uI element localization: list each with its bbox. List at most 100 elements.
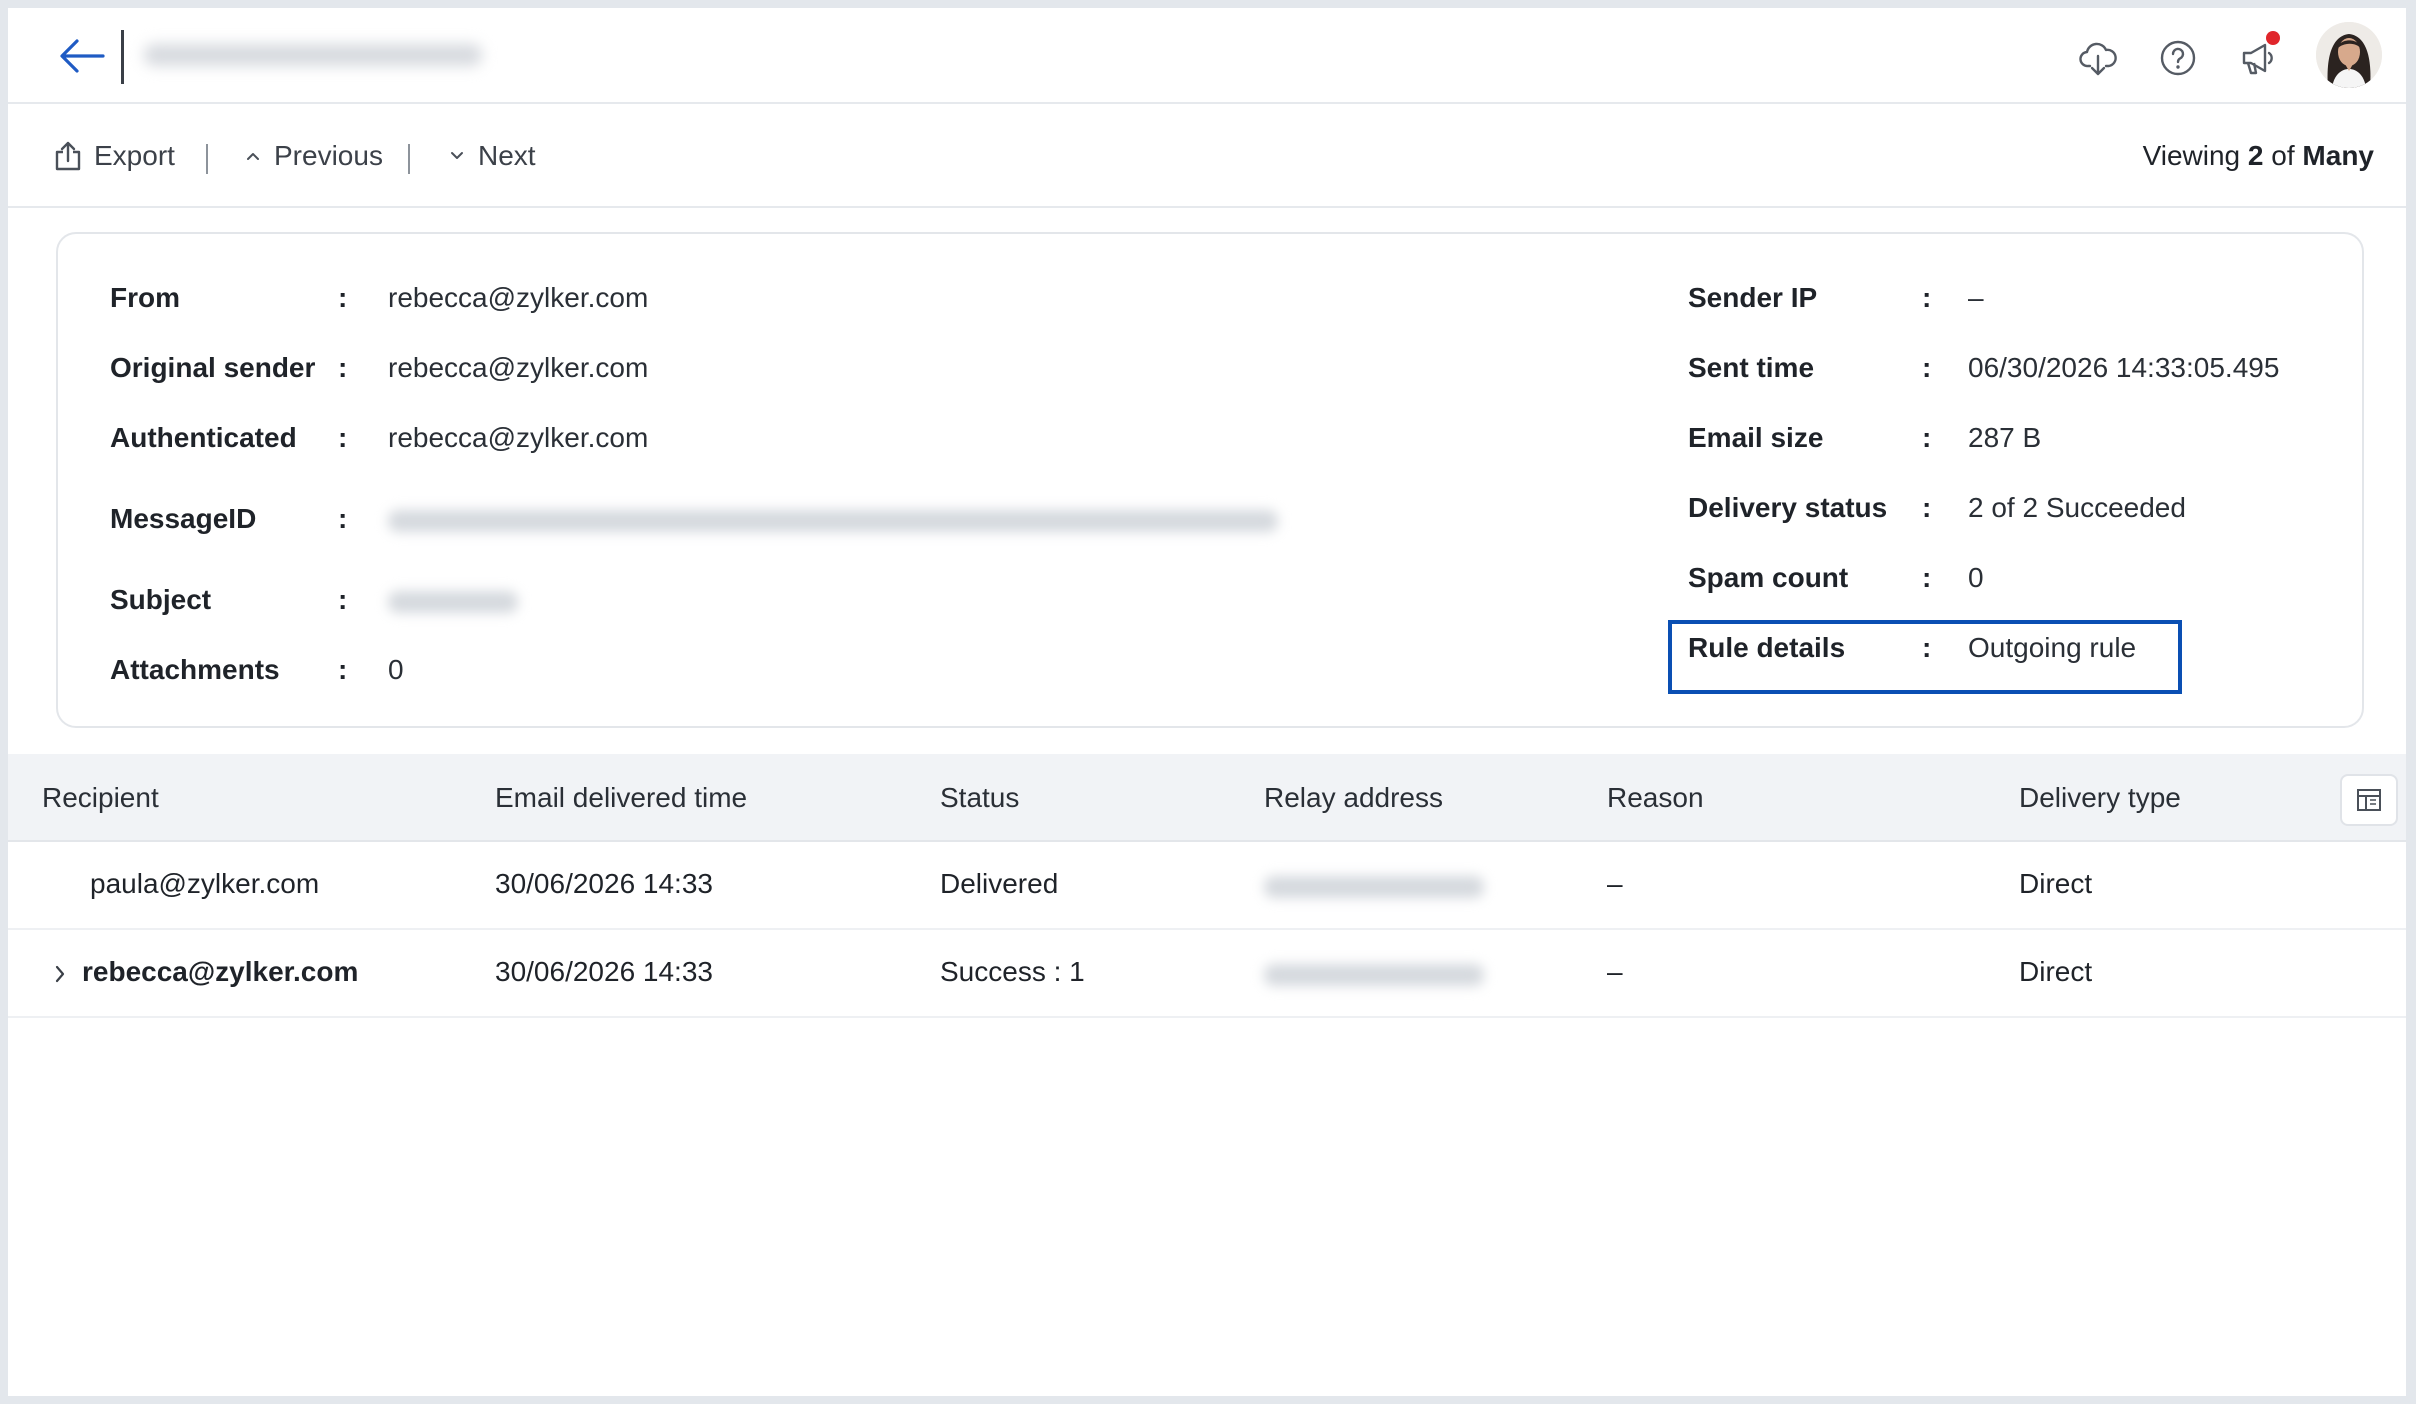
cell-delivered-time: 30/06/2026 14:33 [495, 868, 713, 899]
detail-row-spam-count: Spam count [1688, 558, 1848, 598]
redacted-title [144, 32, 482, 80]
detail-label: Rule details [1688, 632, 1846, 663]
detail-colon: : [1922, 282, 1932, 313]
detail-label: Sent time [1688, 352, 1815, 383]
help-icon [2160, 40, 2196, 76]
detail-colon: : [1922, 422, 1932, 453]
detail-colon: : [1922, 352, 1932, 383]
detail-label: From [110, 282, 180, 313]
redacted-relay-address [1264, 964, 1484, 986]
detail-label: Spam count [1688, 562, 1849, 593]
detail-colon: : [338, 352, 348, 383]
column-layout-icon [2357, 789, 2381, 811]
recipients-table-header: Recipient Email delivered time Status Re… [8, 754, 2406, 842]
table-row[interactable]: paula@zylker.com 30/06/2026 14:33 Delive… [8, 842, 2406, 930]
cell-status: Delivered [940, 868, 1059, 899]
detail-value-email-size: 287 B [1968, 422, 2042, 453]
detail-row-sent-time: Sent time [1688, 348, 1814, 388]
table-row[interactable]: rebecca@zylker.com 30/06/2026 14:33 Succ… [8, 930, 2406, 1018]
redacted-relay-address [1264, 876, 1484, 898]
export-button[interactable]: Export [54, 136, 175, 176]
detail-label: Authenticated [110, 422, 297, 453]
cell-reason: – [1607, 868, 1623, 899]
announcements-button[interactable] [2234, 31, 2282, 82]
chevron-up-icon [247, 153, 259, 160]
pagination-status: Viewing 2 of Many [2143, 140, 2374, 172]
download-button[interactable] [2074, 34, 2122, 82]
viewing-of: of [2271, 140, 2295, 171]
column-header-delivery-type[interactable]: Delivery type [2019, 782, 2181, 814]
arrow-left-icon [60, 39, 105, 73]
detail-label: Sender IP [1688, 282, 1818, 313]
detail-label: Attachments [110, 654, 280, 685]
back-button[interactable] [54, 34, 110, 78]
column-header-status[interactable]: Status [940, 782, 1019, 814]
cell-recipient: paula@zylker.com [90, 868, 320, 899]
detail-colon: : [1922, 492, 1932, 523]
expand-row-button[interactable] [48, 958, 72, 990]
column-header-recipient[interactable]: Recipient [42, 782, 159, 814]
detail-value-spam-count: 0 [1968, 562, 1984, 593]
detail-value-sent-time: 06/30/2026 14:33:05.495 [1968, 352, 2280, 383]
message-details-card: From : rebecca@zylker.com Original sende… [56, 232, 2364, 728]
detail-value-authenticated: rebecca@zylker.com [388, 422, 649, 453]
toolbar: Export Previous Next Viewing 2 of Many [8, 104, 2406, 208]
detail-label: Delivery status [1688, 492, 1888, 523]
column-header-relay-address[interactable]: Relay address [1264, 782, 1443, 814]
redacted-message-id [388, 510, 1278, 532]
column-header-reason[interactable]: Reason [1607, 782, 1704, 814]
previous-label: Previous [274, 140, 383, 171]
viewing-total: Many [2302, 140, 2374, 171]
detail-value-sender-ip: – [1968, 282, 1984, 313]
detail-row-rule-details: Rule details [1688, 628, 1845, 668]
previous-button[interactable]: Previous [244, 136, 383, 176]
chevron-down-icon [451, 152, 463, 159]
cell-recipient: rebecca@zylker.com [82, 956, 359, 987]
detail-row-attachments: Attachments [110, 650, 280, 690]
detail-label: Original sender [110, 352, 316, 383]
detail-row-subject: Subject [110, 580, 211, 620]
next-button[interactable]: Next [448, 136, 536, 176]
detail-colon: : [338, 282, 348, 313]
chevron-right-icon [55, 965, 65, 983]
detail-row-delivery-status: Delivery status [1688, 488, 1887, 528]
notification-dot [2266, 31, 2280, 45]
toolbar-divider [408, 144, 410, 174]
detail-value-rule-details[interactable]: Outgoing rule [1968, 632, 2136, 664]
column-settings-button[interactable] [2340, 774, 2398, 826]
app-frame: Export Previous Next Viewing 2 of Many F… [8, 8, 2406, 1396]
viewing-current: 2 [2247, 140, 2264, 171]
detail-label: Email size [1688, 422, 1824, 453]
detail-value-attachments: 0 [388, 654, 404, 685]
cell-status: Success : 1 [940, 956, 1085, 987]
detail-row-message-id: MessageID [110, 499, 256, 539]
help-button[interactable] [2154, 34, 2202, 82]
redacted-subject [388, 591, 518, 613]
detail-value-original-sender: rebecca@zylker.com [388, 352, 649, 383]
detail-colon: : [338, 584, 348, 615]
cell-delivery-type: Direct [2019, 868, 2093, 899]
export-label: Export [94, 140, 175, 171]
detail-value-delivery-status: 2 of 2 Succeeded [1968, 492, 2186, 523]
column-header-delivered-time[interactable]: Email delivered time [495, 782, 747, 814]
detail-row-email-size: Email size [1688, 418, 1823, 458]
detail-row-original-sender: Original sender [110, 348, 315, 388]
detail-colon: : [338, 503, 348, 534]
cell-reason: – [1607, 956, 1623, 987]
detail-label: MessageID [110, 503, 257, 534]
detail-row-authenticated: Authenticated [110, 418, 297, 458]
detail-colon: : [338, 422, 348, 453]
next-label: Next [478, 140, 536, 171]
detail-colon: : [338, 654, 348, 685]
toolbar-divider [206, 144, 208, 174]
export-icon [55, 141, 81, 171]
detail-colon: : [1922, 632, 1932, 663]
detail-row-sender-ip: Sender IP [1688, 278, 1817, 318]
viewing-prefix: Viewing [2142, 140, 2241, 171]
cloud-download-icon [2079, 42, 2117, 76]
header-divider [121, 30, 124, 84]
cell-delivered-time: 30/06/2026 14:33 [495, 956, 713, 987]
detail-value-from: rebecca@zylker.com [388, 282, 649, 313]
user-avatar-icon [2316, 22, 2382, 88]
avatar[interactable] [2316, 22, 2382, 88]
